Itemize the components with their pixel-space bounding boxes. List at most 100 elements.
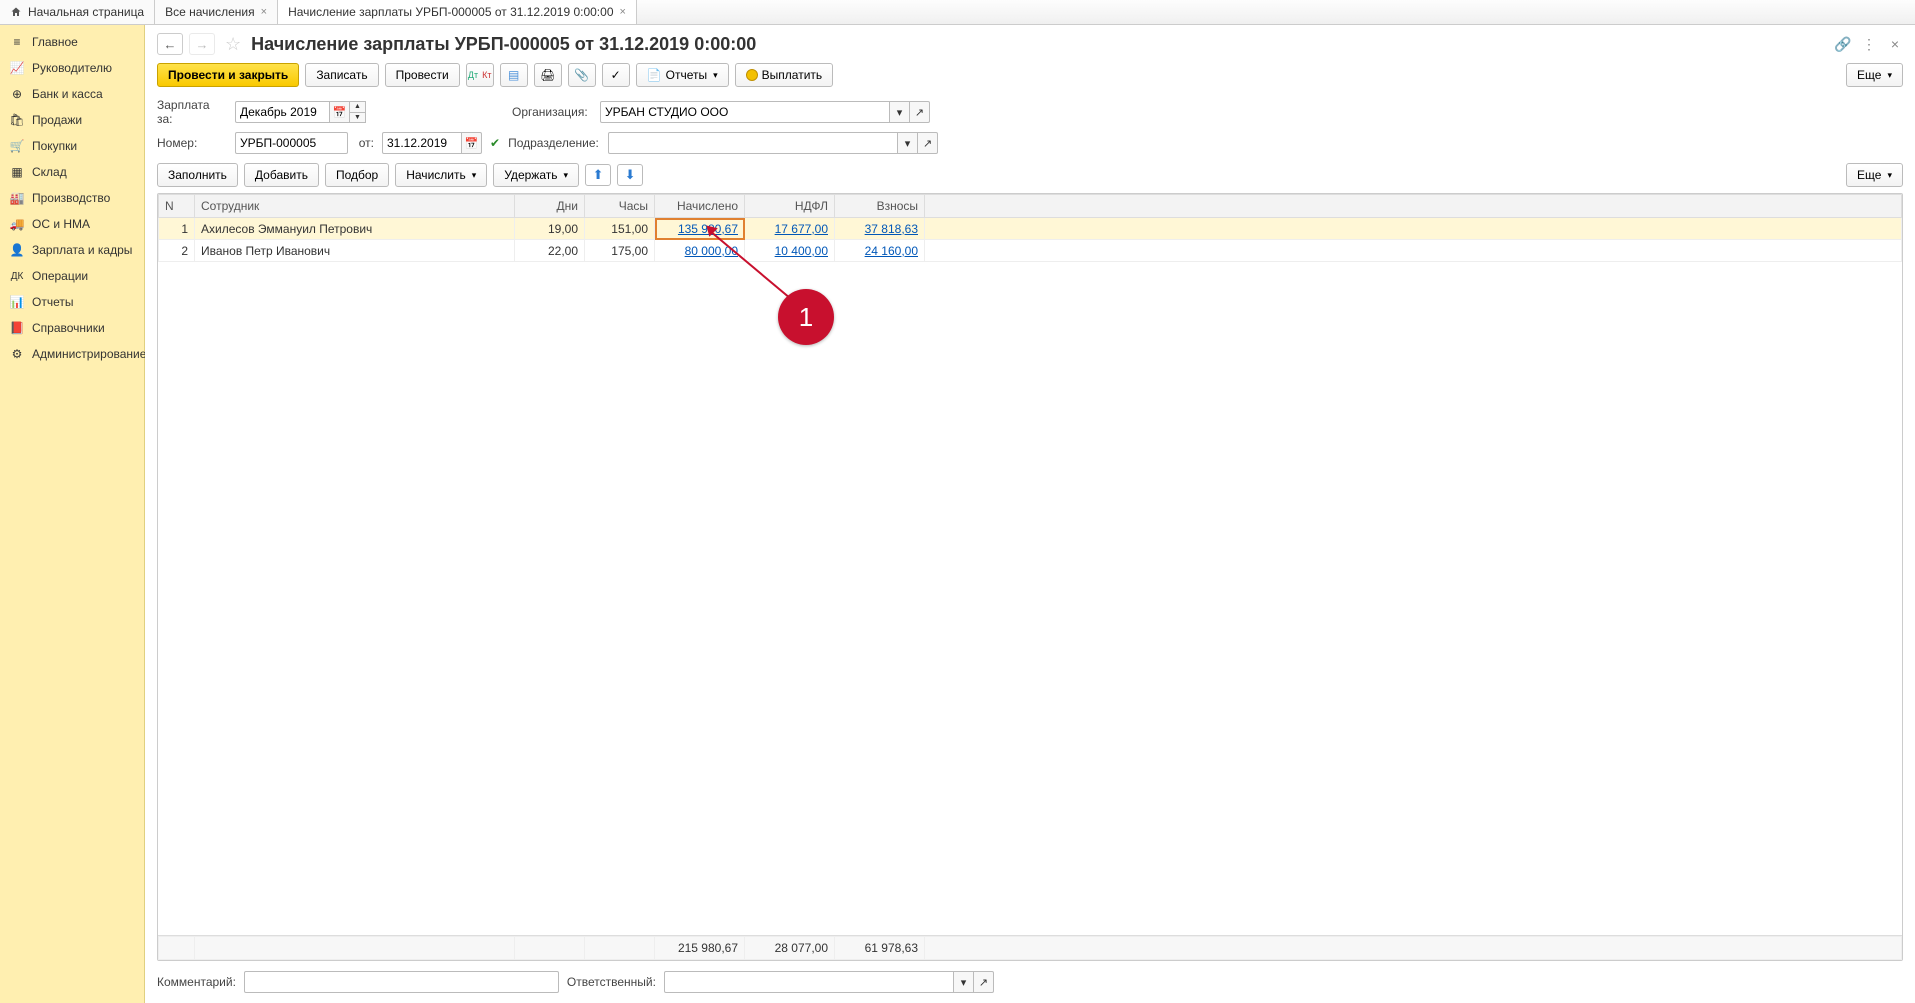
add-button[interactable]: Добавить bbox=[244, 163, 319, 187]
pay-button[interactable]: Выплатить bbox=[735, 63, 834, 87]
tab-payroll-doc[interactable]: Начисление зарплаты УРБП-000005 от 31.12… bbox=[278, 0, 637, 24]
back-button[interactable]: ← bbox=[157, 33, 183, 55]
reports-button[interactable]: 📄 Отчеты ▾ bbox=[636, 63, 729, 87]
sidebar-item-admin[interactable]: ⚙ Администрирование bbox=[0, 341, 144, 367]
sidebar-item-bank[interactable]: ⊕ Банк и касса bbox=[0, 81, 144, 107]
cell-employee: Иванов Петр Иванович bbox=[195, 240, 515, 262]
col-accrued[interactable]: Начислено bbox=[655, 195, 745, 218]
open-link-icon[interactable]: ↗ bbox=[918, 132, 938, 154]
main: ← → ☆ Начисление зарплаты УРБП-000005 от… bbox=[145, 25, 1915, 1003]
sidebar-item-assets[interactable]: 🚚 ОС и НМА bbox=[0, 211, 144, 237]
close-icon[interactable]: × bbox=[261, 6, 267, 18]
sidebar-item-label: Справочники bbox=[32, 321, 105, 335]
period-stepper[interactable]: ▲▼ bbox=[350, 101, 366, 123]
write-button[interactable]: Записать bbox=[305, 63, 378, 87]
forward-button[interactable]: → bbox=[189, 33, 215, 55]
cell-ndfl[interactable]: 10 400,00 bbox=[745, 240, 835, 262]
more-icon[interactable]: ⋮ bbox=[1859, 34, 1879, 54]
more-button[interactable]: Еще ▾ bbox=[1846, 63, 1903, 87]
chevron-down-icon: ▾ bbox=[713, 70, 718, 81]
col-hours[interactable]: Часы bbox=[585, 195, 655, 218]
sidebar-item-label: ОС и НМА bbox=[32, 217, 90, 231]
dt-kt-button[interactable]: ДтКт bbox=[466, 63, 494, 87]
print-button[interactable]: 🖨 bbox=[534, 63, 562, 87]
sidebar-item-operations[interactable]: ДК Операции bbox=[0, 263, 144, 289]
number-input[interactable] bbox=[235, 132, 348, 154]
dept-input[interactable] bbox=[608, 132, 898, 154]
salary-for-label: Зарплата за: bbox=[157, 98, 227, 126]
date-input[interactable] bbox=[382, 132, 462, 154]
col-contrib[interactable]: Взносы bbox=[835, 195, 925, 218]
link-icon[interactable]: 🔗 bbox=[1833, 34, 1853, 54]
attach-button[interactable]: 📎 bbox=[568, 63, 596, 87]
open-link-icon[interactable]: ↗ bbox=[910, 101, 930, 123]
col-days[interactable]: Дни bbox=[515, 195, 585, 218]
org-input[interactable] bbox=[600, 101, 890, 123]
cell-contrib[interactable]: 37 818,63 bbox=[835, 218, 925, 240]
factory-icon: 🏭 bbox=[10, 191, 24, 205]
sidebar-item-manager[interactable]: 📈 Руководителю bbox=[0, 55, 144, 81]
sidebar-item-label: Операции bbox=[32, 269, 88, 283]
chevron-down-icon[interactable]: ▾ bbox=[898, 132, 918, 154]
gear-icon: ⚙ bbox=[10, 347, 24, 361]
responsible-input[interactable] bbox=[664, 971, 954, 993]
comment-input[interactable] bbox=[244, 971, 559, 993]
cell-hours: 151,00 bbox=[585, 218, 655, 240]
calendar-icon[interactable]: 📅 bbox=[330, 101, 350, 123]
title-row: ← → ☆ Начисление зарплаты УРБП-000005 от… bbox=[145, 25, 1915, 59]
tab-home[interactable]: Начальная страница bbox=[0, 0, 155, 24]
tabs-bar: Начальная страница Все начисления × Начи… bbox=[0, 0, 1915, 25]
pick-button[interactable]: Подбор bbox=[325, 163, 389, 187]
sidebar-item-reports[interactable]: 📊 Отчеты bbox=[0, 289, 144, 315]
col-n[interactable]: N bbox=[159, 195, 195, 218]
move-down-button[interactable]: ⬇ bbox=[617, 164, 643, 186]
chevron-down-icon[interactable]: ▾ bbox=[890, 101, 910, 123]
form-row-1: Зарплата за: 📅 ▲▼ Организация: ▾ ↗ bbox=[145, 95, 1915, 129]
cell-employee: Ахилесов Эммануил Петрович bbox=[195, 218, 515, 240]
home-icon bbox=[10, 6, 22, 18]
table-scroll[interactable] bbox=[158, 262, 1902, 935]
calendar-icon[interactable]: 📅 bbox=[462, 132, 482, 154]
ops-icon: ДК bbox=[10, 269, 24, 283]
doc-icon-button[interactable]: ▤ bbox=[500, 63, 528, 87]
table-row[interactable]: 1Ахилесов Эммануил Петрович19,00151,0013… bbox=[159, 218, 1902, 240]
bottom-row: Комментарий: Ответственный: ▾ ↗ bbox=[145, 965, 1915, 1003]
chevron-down-icon: ▾ bbox=[472, 170, 477, 181]
cell-accrued[interactable]: 135 980,67 bbox=[655, 218, 745, 240]
sidebar-item-label: Банк и касса bbox=[32, 87, 103, 101]
structure-button[interactable]: ✓ bbox=[602, 63, 630, 87]
close-icon[interactable]: × bbox=[1885, 34, 1905, 54]
sidebar-item-warehouse[interactable]: ▦ Склад bbox=[0, 159, 144, 185]
chevron-down-icon[interactable]: ▾ bbox=[954, 971, 974, 993]
sidebar-item-purchases[interactable]: 🛒 Покупки bbox=[0, 133, 144, 159]
cell-n: 1 bbox=[159, 218, 195, 240]
main-toolbar: Провести и закрыть Записать Провести ДтК… bbox=[145, 59, 1915, 95]
accrue-button[interactable]: Начислить ▾ bbox=[395, 163, 487, 187]
favorite-icon[interactable]: ☆ bbox=[225, 34, 241, 55]
salary-for-input[interactable] bbox=[235, 101, 330, 123]
cell-ndfl[interactable]: 17 677,00 bbox=[745, 218, 835, 240]
close-icon[interactable]: × bbox=[620, 6, 626, 18]
withhold-button[interactable]: Удержать ▾ bbox=[493, 163, 579, 187]
post-and-close-button[interactable]: Провести и закрыть bbox=[157, 63, 299, 87]
cell-days: 19,00 bbox=[515, 218, 585, 240]
table-more-button[interactable]: Еще ▾ bbox=[1846, 163, 1903, 187]
col-ndfl[interactable]: НДФЛ bbox=[745, 195, 835, 218]
move-up-button[interactable]: ⬆ bbox=[585, 164, 611, 186]
sidebar-item-references[interactable]: 📕 Справочники bbox=[0, 315, 144, 341]
sidebar-item-payroll[interactable]: 👤 Зарплата и кадры bbox=[0, 237, 144, 263]
sidebar-item-label: Производство bbox=[32, 191, 110, 205]
sidebar-item-label: Руководителю bbox=[32, 61, 112, 75]
open-link-icon[interactable]: ↗ bbox=[974, 971, 994, 993]
sidebar-item-sales[interactable]: 🛍 Продажи bbox=[0, 107, 144, 133]
fill-button[interactable]: Заполнить bbox=[157, 163, 238, 187]
post-button[interactable]: Провести bbox=[385, 63, 460, 87]
tab-all-accruals[interactable]: Все начисления × bbox=[155, 0, 278, 24]
employees-table: N Сотрудник Дни Часы Начислено НДФЛ Взно… bbox=[158, 194, 1902, 262]
col-employee[interactable]: Сотрудник bbox=[195, 195, 515, 218]
cell-contrib[interactable]: 24 160,00 bbox=[835, 240, 925, 262]
table-row[interactable]: 2Иванов Петр Иванович22,00175,0080 000,0… bbox=[159, 240, 1902, 262]
number-label: Номер: bbox=[157, 136, 227, 150]
sidebar-item-production[interactable]: 🏭 Производство bbox=[0, 185, 144, 211]
sidebar-item-main[interactable]: ≡ Главное bbox=[0, 29, 144, 55]
